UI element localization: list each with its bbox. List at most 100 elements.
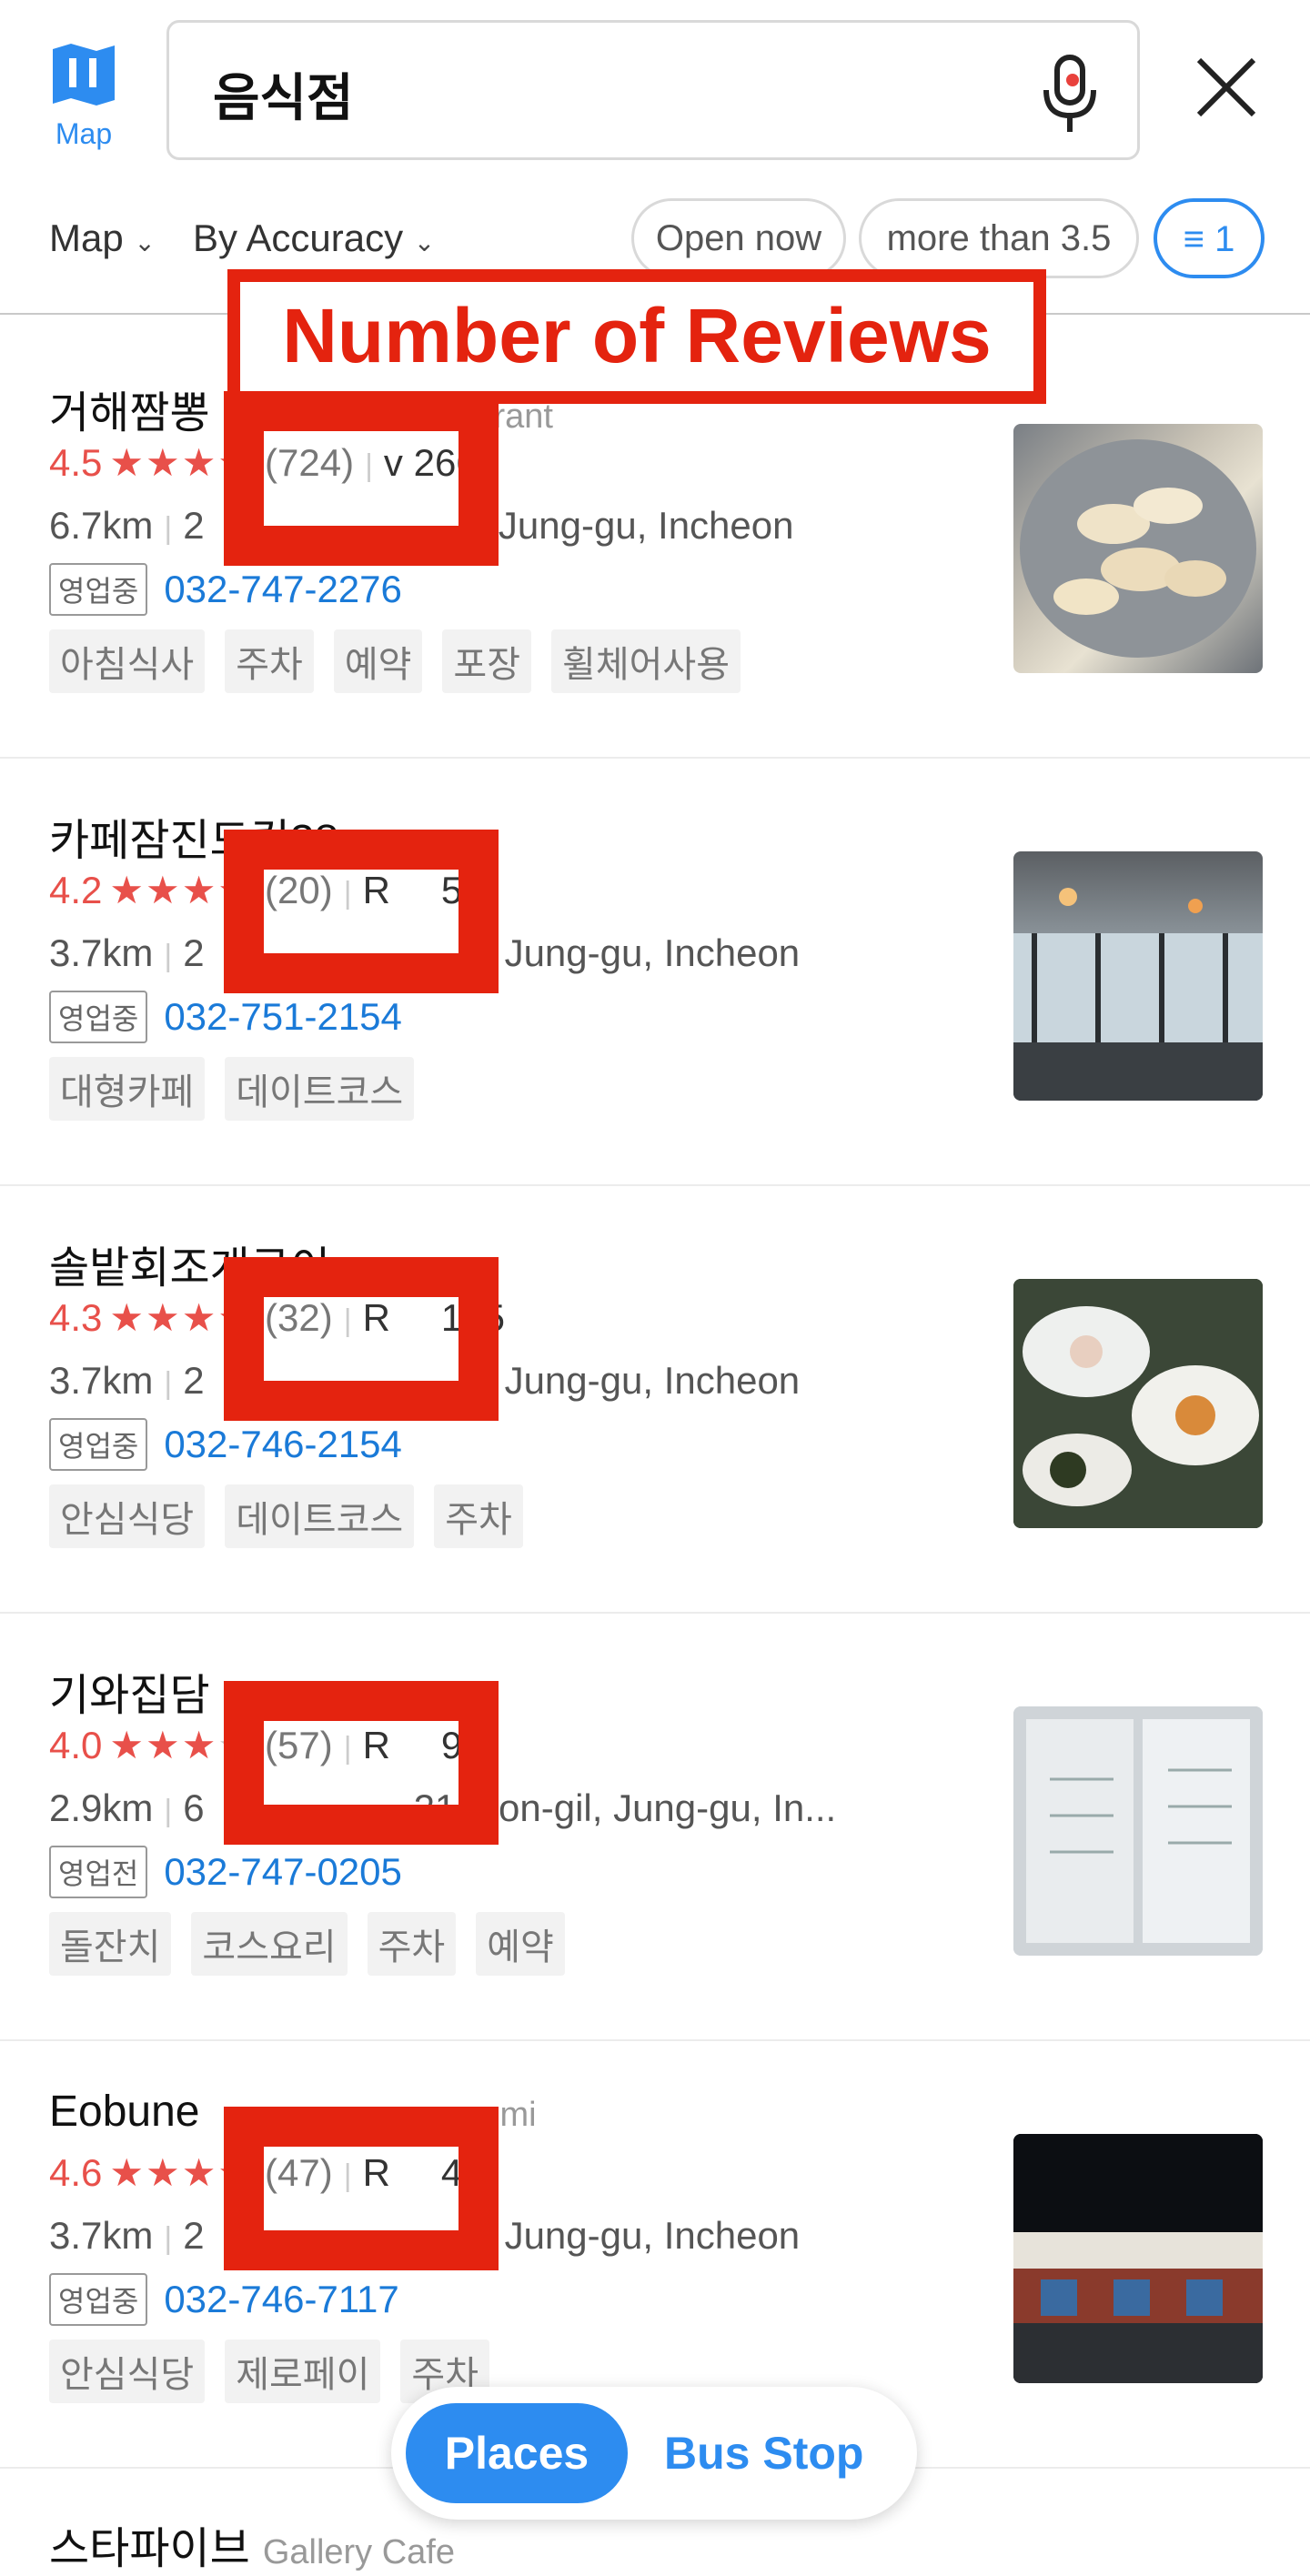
review-count-highlight xyxy=(224,1257,499,1421)
pipe-divider: | xyxy=(164,1366,173,1401)
tag: 제로페이 xyxy=(225,2340,381,2403)
place-photo[interactable] xyxy=(1013,1279,1263,1528)
rating-value: 4.2 xyxy=(49,869,103,911)
address-head: 2 xyxy=(183,2214,205,2257)
review-count-highlight xyxy=(224,391,499,566)
pipe-divider: | xyxy=(164,939,173,973)
rating-value: 4.0 xyxy=(49,1724,103,1766)
phone-link[interactable]: 032-747-2276 xyxy=(164,568,402,610)
search-query-text: 음식점 xyxy=(213,69,354,126)
place-photo[interactable] xyxy=(1013,851,1263,1101)
star-icons: ★★★ xyxy=(109,869,218,911)
review-count-highlight xyxy=(224,1681,499,1845)
tag: 데이트코스 xyxy=(225,1484,415,1548)
distance: 3.7km xyxy=(49,2214,154,2257)
seafood-photo xyxy=(1013,1279,1263,1528)
pipe-divider: | xyxy=(164,1794,173,1828)
places-tab[interactable]: Places xyxy=(406,2403,628,2503)
rating-filter-chip[interactable]: more than 3.5 xyxy=(859,198,1139,278)
status-badge: 영업전 xyxy=(49,1846,148,1898)
place-category: Gallery Cafe xyxy=(262,2533,456,2571)
annotation-title: Number of Reviews xyxy=(227,269,1046,404)
status-badge: 영업중 xyxy=(49,2273,148,2326)
sort-select[interactable]: By Accuracy ⌄ xyxy=(193,216,435,260)
bus-stop-tab[interactable]: Bus Stop xyxy=(664,2403,863,2503)
address-tail: Jung-gu, Incheon xyxy=(504,931,801,974)
cafe-interior-photo xyxy=(1013,888,1263,1101)
place-name: 거해짬뽕 xyxy=(49,389,210,438)
address-tail: Jung-gu, Incheon xyxy=(504,1359,801,1402)
mic-button[interactable] xyxy=(1033,48,1106,139)
tag: 예약 xyxy=(333,629,423,693)
list-item[interactable]: 카페잠진드킹38 Cafe 4.2 ★★★★ (20) | R 58 3.7km | 2 Jung… xyxy=(0,759,1310,1186)
place-category: mi xyxy=(499,2096,537,2134)
map-icon xyxy=(53,44,115,106)
address-head: 2 xyxy=(183,931,205,974)
search-input[interactable]: 음식점 xyxy=(166,20,1140,160)
tag: 주차 xyxy=(434,1484,523,1548)
chevron-down-icon: ⌄ xyxy=(413,228,436,257)
tag: 주차 xyxy=(225,629,314,693)
tag: 안심식당 xyxy=(49,2340,206,2403)
storefront-photo xyxy=(1013,2134,1263,2383)
app-header: Map 음식점 Map ⌄ By Accuracy ⌄ Open now mor… xyxy=(0,0,1310,315)
map-logo[interactable]: Map xyxy=(47,42,120,158)
place-name: Eobune xyxy=(49,2088,200,2136)
place-photo[interactable] xyxy=(1013,1706,1263,1956)
map-type-label: Map xyxy=(49,216,124,259)
status-badge: 영업중 xyxy=(49,563,148,616)
place-photo[interactable] xyxy=(1013,424,1263,673)
distance: 3.7km xyxy=(49,931,154,974)
map-logo-label: Map xyxy=(55,117,113,150)
star-icons: ★★★ xyxy=(109,441,218,484)
list-item[interactable]: 기와집담 4.0 ★★★★ (57) | R 91 2.9km | 6 21beon-gil, … xyxy=(0,1614,1310,2041)
recording-dot xyxy=(1066,74,1079,86)
place-name: 스타파이브 xyxy=(49,2525,250,2573)
open-now-chip[interactable]: Open now xyxy=(631,198,846,278)
list-item[interactable]: 솔밭회조개구이 Clam 4.3 ★★★★ (32) | R 105 3.7km | 2 Jung… xyxy=(0,1186,1310,1614)
close-button[interactable] xyxy=(1190,51,1263,124)
places-busstop-toggle: Places Bus Stop xyxy=(391,2387,917,2520)
filter-settings-chip[interactable]: ≡ 1 xyxy=(1154,198,1265,278)
address-head: 2 xyxy=(183,1359,205,1402)
tag: 데이트코스 xyxy=(225,1057,415,1121)
tag: 대형카페 xyxy=(49,1057,206,1121)
address-head: 2 xyxy=(183,504,205,547)
rating-value: 4.5 xyxy=(49,441,103,484)
phone-link[interactable]: 032-751-2154 xyxy=(164,995,402,1038)
sliders-icon: ≡ xyxy=(1183,219,1204,259)
tag: 휠체어사용 xyxy=(551,629,741,693)
food-photo xyxy=(1020,439,1256,658)
tag: 돌잔치 xyxy=(49,1912,172,1976)
address-head: 6 xyxy=(183,1786,205,1829)
distance: 2.9km xyxy=(49,1786,154,1829)
tag: 포장 xyxy=(442,629,532,693)
phone-link[interactable]: 032-747-0205 xyxy=(164,1850,402,1893)
star-icons: ★★★ xyxy=(109,2151,218,2194)
pipe-divider: | xyxy=(164,2221,173,2256)
rating-value: 4.6 xyxy=(49,2151,103,2194)
status-badge: 영업중 xyxy=(49,1418,148,1471)
close-icon xyxy=(1196,57,1256,117)
tag: 예약 xyxy=(476,1912,565,1976)
filter-count: 1 xyxy=(1214,219,1235,259)
tag: 아침식사 xyxy=(49,629,206,693)
tag: 코스요리 xyxy=(191,1912,348,1976)
chevron-down-icon: ⌄ xyxy=(134,228,156,257)
mic-icon xyxy=(1043,55,1096,132)
list-item[interactable]: 스타파이브 Gallery Cafe xyxy=(49,2512,455,2576)
rating-value: 4.3 xyxy=(49,1296,103,1339)
menu-photo xyxy=(1013,1706,1263,1956)
star-icons: ★★★ xyxy=(109,1724,218,1766)
place-photo[interactable] xyxy=(1013,2134,1263,2383)
phone-link[interactable]: 032-746-7117 xyxy=(164,2278,398,2320)
status-badge: 영업중 xyxy=(49,991,148,1043)
map-type-select[interactable]: Map ⌄ xyxy=(49,216,156,260)
phone-link[interactable]: 032-746-2154 xyxy=(164,1423,402,1465)
distance: 3.7km xyxy=(49,1359,154,1402)
sort-label: By Accuracy xyxy=(193,216,404,259)
place-name: 기와집담 xyxy=(49,1672,210,1720)
tag: 안심식당 xyxy=(49,1484,206,1548)
address-tail: , Jung-gu, Incheon xyxy=(477,504,794,547)
star-icons: ★★★ xyxy=(109,1296,218,1339)
